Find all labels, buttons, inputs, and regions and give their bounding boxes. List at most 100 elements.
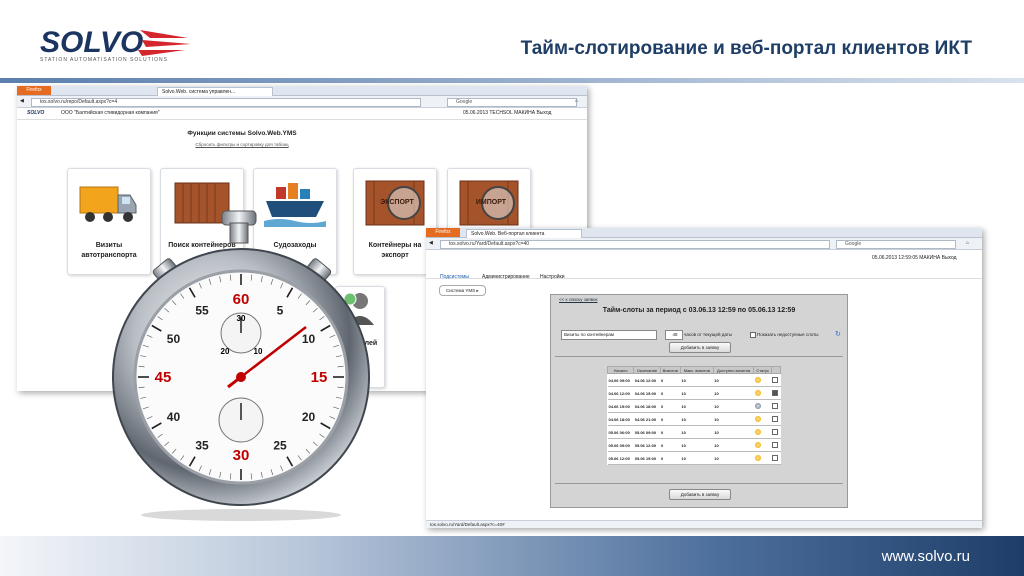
night-icon bbox=[754, 402, 761, 409]
status-sun-icon bbox=[753, 386, 772, 400]
divider bbox=[555, 356, 843, 357]
address-bar[interactable]: tos.solvo.ru/repo/Default.aspx?c=4 bbox=[31, 98, 421, 107]
dial-number: 35 bbox=[195, 439, 209, 453]
browser-window-timeslots: Firefox Solvo.Web. Веб-портал клиента ◀ … bbox=[426, 228, 982, 528]
show-unavailable-label: Показать недоступные слоты bbox=[757, 332, 819, 337]
visits-cell: 0 bbox=[660, 399, 681, 413]
menu-subsystems[interactable]: Подсистемы bbox=[440, 274, 469, 280]
sun-icon bbox=[754, 441, 761, 448]
select-checkbox[interactable] bbox=[771, 425, 781, 439]
dial-number: 45 bbox=[155, 369, 172, 386]
breadcrumb[interactable]: Система YMS ▸ bbox=[439, 285, 486, 296]
table-row[interactable]: 04.06 18:00 04.06 21:00 0 10 10 bbox=[607, 412, 781, 426]
back-icon[interactable]: ◀ bbox=[20, 98, 24, 104]
sun-icon bbox=[754, 428, 761, 435]
back-to-requests-link[interactable]: << к списку заявок bbox=[559, 297, 598, 302]
col-available[interactable]: Доступно визитов bbox=[712, 366, 755, 374]
subdial-number: 10 bbox=[254, 347, 263, 356]
start-cell: 05.06 09:00 bbox=[607, 438, 634, 452]
end-cell: 04.06 12:00 bbox=[633, 373, 661, 387]
table-row[interactable]: 04.06 09:00 04.06 12:00 0 10 10 bbox=[607, 373, 781, 387]
table-row[interactable]: 05.06 06:00 05.06 09:00 0 10 10 bbox=[607, 425, 781, 439]
show-unavailable-checkbox[interactable] bbox=[750, 332, 756, 338]
status-sun-icon bbox=[753, 425, 772, 439]
table-row[interactable]: 05.06 09:00 05.06 12:00 0 10 10 bbox=[607, 438, 781, 452]
col-start[interactable]: Начало bbox=[606, 366, 635, 374]
available-cell: 10 bbox=[713, 386, 754, 400]
hours-input[interactable]: 48 bbox=[665, 330, 683, 340]
max-visits-cell: 10 bbox=[680, 386, 714, 400]
tab-bar: Firefox Solvo.Web. Веб-портал клиента bbox=[426, 228, 982, 238]
select-checkbox[interactable] bbox=[771, 438, 781, 452]
browser-tab[interactable]: Solvo.Web. система управлен... bbox=[157, 87, 273, 96]
browser-tab[interactable]: Solvo.Web. Веб-портал клиента bbox=[466, 229, 582, 238]
available-cell: 10 bbox=[713, 412, 754, 426]
home-icon[interactable]: ⌂ bbox=[966, 240, 969, 246]
max-visits-cell: 10 bbox=[680, 399, 714, 413]
start-cell: 04.06 18:00 bbox=[607, 412, 634, 426]
firefox-menu-button[interactable]: Firefox bbox=[426, 228, 460, 237]
visits-cell: 0 bbox=[660, 373, 681, 387]
home-icon[interactable]: ⌂ bbox=[575, 98, 578, 104]
max-visits-cell: 10 bbox=[680, 451, 714, 465]
slide-title: Тайм-слотирование и веб-портал клиентов … bbox=[520, 38, 972, 59]
select-checkbox[interactable] bbox=[771, 386, 781, 400]
timeslot-table: Начало Окончание Визитов Макс. визитов Д… bbox=[606, 366, 782, 465]
hours-label: часов от текущей даты bbox=[684, 332, 733, 337]
status-night-icon bbox=[753, 399, 772, 413]
checkbox-icon[interactable] bbox=[772, 454, 779, 461]
available-cell: 10 bbox=[713, 451, 754, 465]
col-visits[interactable]: Визитов bbox=[659, 366, 681, 374]
col-end[interactable]: Окончание bbox=[633, 366, 661, 374]
menu-settings[interactable]: Настройки bbox=[540, 274, 565, 280]
dial-number: 15 bbox=[311, 369, 328, 386]
start-cell: 05.06 12:00 bbox=[607, 451, 634, 465]
refresh-icon[interactable]: ↻ bbox=[835, 330, 841, 338]
checkbox-icon[interactable] bbox=[772, 402, 779, 409]
site-header: SOLVO ООО "Балтийская стивидорная компан… bbox=[17, 108, 587, 120]
checkbox-icon[interactable] bbox=[772, 441, 779, 448]
checkbox-icon[interactable] bbox=[772, 415, 779, 422]
logo-tagline: STATION AUTOMATISATION SOLUTIONS bbox=[40, 57, 168, 63]
visits-cell: 0 bbox=[660, 412, 681, 426]
status-sun-icon bbox=[753, 438, 772, 452]
checkbox-icon[interactable] bbox=[772, 376, 779, 383]
select-checkbox[interactable] bbox=[771, 399, 781, 413]
checkbox-icon[interactable] bbox=[772, 389, 779, 396]
status-sun-icon bbox=[753, 412, 772, 426]
table-row[interactable]: 04.06 12:00 04.06 15:00 0 10 10 bbox=[607, 386, 781, 400]
available-cell: 10 bbox=[713, 373, 754, 387]
sun-icon bbox=[754, 389, 761, 396]
back-icon[interactable]: ◀ bbox=[429, 240, 433, 246]
menu-administration[interactable]: Администрирование bbox=[482, 274, 530, 280]
tab-bar: Firefox Solvo.Web. система управлен... bbox=[17, 86, 587, 96]
select-checkbox[interactable] bbox=[771, 412, 781, 426]
search-box[interactable]: Google bbox=[447, 98, 577, 107]
col-status[interactable]: Статус bbox=[753, 366, 772, 374]
max-visits-cell: 10 bbox=[680, 412, 714, 426]
visit-type-select[interactable]: Визиты по контейнерам bbox=[561, 330, 657, 340]
end-cell: 04.06 21:00 bbox=[633, 412, 661, 426]
status-bar: tos.solvo.ru/Yard/Default.aspx?c=40# bbox=[426, 520, 982, 528]
navigation-bar: ◀ tos.solvo.ru/Yard/Default.aspx?c=40 Go… bbox=[426, 238, 982, 250]
export-stamp: ЭКСПОРТ bbox=[380, 199, 414, 206]
status-sun-icon bbox=[753, 373, 772, 387]
add-to-request-button-bottom[interactable]: Добавить в заявку bbox=[669, 489, 731, 500]
col-max[interactable]: Макс. визитов bbox=[679, 366, 714, 374]
dial-number: 10 bbox=[302, 332, 316, 346]
table-row[interactable]: 04.06 15:00 04.06 18:00 0 10 10 bbox=[607, 399, 781, 413]
firefox-menu-button[interactable]: Firefox bbox=[17, 86, 51, 95]
user-info: 05.06.2013 TECHSOL МАКИНА Выход bbox=[463, 110, 552, 116]
address-bar[interactable]: tos.solvo.ru/Yard/Default.aspx?c=40 bbox=[440, 240, 830, 249]
reset-filters-link[interactable]: Сбросить фильтры и сортировку для таблиц bbox=[17, 142, 467, 147]
add-to-request-button[interactable]: Добавить в заявку bbox=[669, 342, 731, 353]
select-checkbox[interactable] bbox=[771, 451, 781, 465]
visits-cell: 0 bbox=[660, 438, 681, 452]
footer-url[interactable]: www.solvo.ru bbox=[882, 548, 970, 565]
search-box[interactable]: Google bbox=[836, 240, 956, 249]
checkbox-icon[interactable] bbox=[772, 428, 779, 435]
start-cell: 05.06 06:00 bbox=[607, 425, 634, 439]
table-row[interactable]: 05.06 12:00 05.06 15:00 0 10 10 bbox=[607, 451, 781, 465]
start-cell: 04.06 15:00 bbox=[607, 399, 634, 413]
select-checkbox[interactable] bbox=[771, 373, 781, 387]
